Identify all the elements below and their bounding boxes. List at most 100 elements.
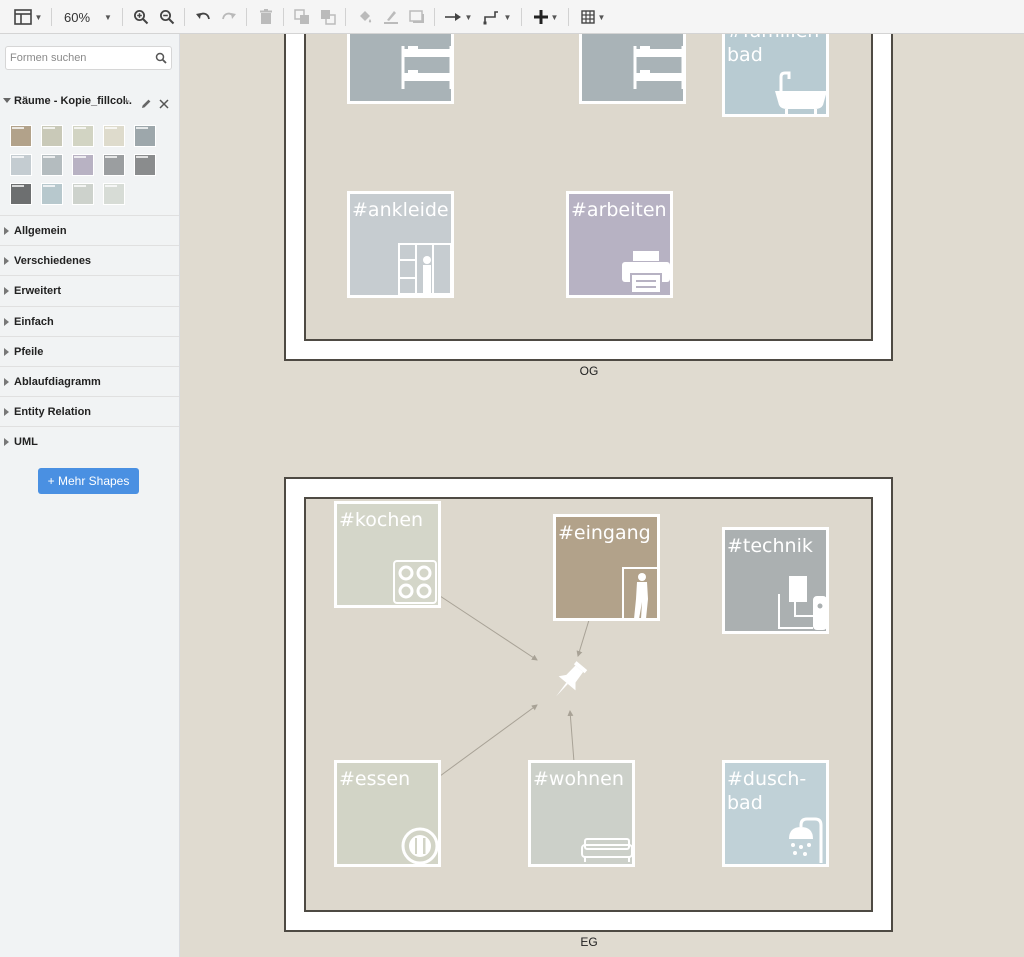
bunk-bed-icon (401, 46, 451, 89)
connector-kochen[interactable] (439, 595, 538, 661)
delete-button[interactable] (256, 6, 276, 28)
entrance-door-icon (622, 567, 657, 618)
palette-section[interactable]: Erweitert (0, 275, 179, 305)
edit-library-button[interactable] (141, 96, 152, 114)
palette-section[interactable]: UML (0, 426, 179, 456)
pushpin-icon[interactable] (544, 656, 594, 706)
fill-color-button[interactable] (355, 6, 375, 28)
library-shape-thumb[interactable] (72, 154, 94, 176)
palette-section[interactable]: Allgemein (0, 215, 179, 245)
expand-arrow-icon (4, 317, 9, 326)
room-essen[interactable]: #essen (334, 760, 441, 867)
room-og-room-1[interactable] (347, 34, 454, 104)
palette-section-label: Verschiedenes (14, 255, 92, 268)
shape-search (5, 46, 172, 70)
room-label: #familien- bad (727, 34, 826, 66)
palette-section-label: Erweitert (14, 285, 62, 298)
room-duschbad[interactable]: #dusch- bad (722, 760, 829, 867)
connector-eingang[interactable] (576, 619, 590, 657)
layout-toggle-button[interactable]: ▼ (10, 6, 46, 28)
library-shape-thumb[interactable] (134, 154, 156, 176)
library-shape-thumb[interactable] (134, 125, 156, 147)
chevron-down-icon: ▼ (597, 12, 606, 22)
redo-button[interactable] (219, 6, 239, 28)
library-shape-thumb[interactable] (41, 125, 63, 147)
palette-section[interactable]: Einfach (0, 305, 179, 336)
library-shape-thumb[interactable] (10, 125, 32, 147)
shape-search-input[interactable] (10, 50, 150, 66)
more-shapes-button[interactable]: + Mehr Shapes (38, 468, 139, 494)
line-color-button[interactable] (381, 6, 401, 28)
line-color-icon (384, 11, 398, 24)
room-label: #dusch- bad (727, 768, 807, 814)
library-shape-thumb[interactable] (41, 154, 63, 176)
palette-section-label: Entity Relation (14, 406, 92, 419)
waypoints-button[interactable]: ▼ (482, 6, 512, 28)
thumb-label-mark (43, 185, 55, 187)
thumb-label-mark (136, 156, 148, 158)
fill-color-icon (360, 11, 372, 23)
room-label: #wohnen (533, 768, 624, 790)
room-eingang[interactable]: #eingang (553, 514, 660, 621)
to-front-button[interactable] (292, 6, 312, 28)
library-shape-thumb[interactable] (72, 125, 94, 147)
library-header[interactable]: Räume - Kopie_fillcol... + (0, 90, 179, 114)
chevron-down-icon: ▼ (34, 12, 43, 22)
palette-section-label: UML (14, 436, 38, 449)
room-ankleide[interactable]: #ankleide (347, 191, 454, 298)
connector-essen[interactable] (439, 704, 538, 777)
connection-style-button[interactable]: ▼ (443, 6, 473, 28)
room-technik[interactable]: #technik (722, 527, 829, 634)
room-label: #eingang (558, 522, 651, 544)
room-label: #kochen (339, 509, 424, 531)
waypoints-icon (483, 11, 498, 25)
thumb-label-mark (43, 127, 55, 129)
expand-arrow-icon (4, 257, 9, 266)
search-button[interactable] (155, 51, 167, 69)
room-kochen[interactable]: #kochen (334, 501, 441, 608)
room-familienbad[interactable]: #familien- bad (722, 34, 829, 117)
palette-section[interactable]: Entity Relation (0, 396, 179, 426)
delete-icon (260, 9, 272, 24)
palette-section[interactable]: Ablaufdiagramm (0, 366, 179, 396)
room-wohnen[interactable]: #wohnen (528, 760, 635, 867)
room-arbeiten[interactable]: #arbeiten (566, 191, 673, 298)
library-shape-thumb[interactable] (72, 183, 94, 205)
library-shape-thumb[interactable] (10, 183, 32, 205)
library-shape-thumb[interactable] (10, 154, 32, 176)
thumb-label-mark (74, 185, 86, 187)
palette-section[interactable]: Pfeile (0, 335, 179, 366)
to-back-button[interactable] (318, 6, 338, 28)
thumb-label-mark (74, 127, 86, 129)
library-shape-thumb[interactable] (103, 125, 125, 147)
separator (283, 8, 284, 26)
zoom-out-button[interactable] (157, 6, 177, 28)
table-button[interactable]: ▼ (578, 6, 608, 28)
bathtub-icon (775, 71, 826, 114)
close-icon (159, 99, 169, 109)
close-library-button[interactable] (159, 96, 169, 114)
connector-wohnen[interactable] (567, 710, 575, 763)
insert-button[interactable]: ▼ (531, 6, 561, 28)
expand-arrow-icon (4, 378, 9, 386)
bunk-bed-icon (633, 46, 683, 89)
room-og-room-2[interactable] (579, 34, 686, 104)
zoom-dropdown[interactable]: 60% ▼ (60, 6, 116, 28)
library-shapes-grid (10, 125, 170, 207)
undo-button[interactable] (193, 6, 213, 28)
diagram-canvas[interactable]: OG EG bad #ankleide #arbeiten #kochen #e… (181, 34, 1024, 957)
palette-section[interactable]: Verschiedenes (0, 245, 179, 275)
expand-arrow-icon (4, 227, 9, 235)
separator (246, 8, 247, 26)
add-icon[interactable]: + (123, 94, 130, 108)
table-icon (580, 10, 595, 24)
library-shape-thumb[interactable] (103, 183, 125, 205)
separator (51, 8, 52, 26)
toolbar: ▼ 60% ▼ ▼ ▼ ▼ ▼ (0, 0, 1024, 34)
thumb-label-mark (43, 156, 55, 158)
library-shape-thumb[interactable] (103, 154, 125, 176)
shadow-button[interactable] (407, 6, 427, 28)
zoom-in-button[interactable] (131, 6, 151, 28)
library-shape-thumb[interactable] (41, 183, 63, 205)
room-label: #technik (727, 535, 813, 557)
